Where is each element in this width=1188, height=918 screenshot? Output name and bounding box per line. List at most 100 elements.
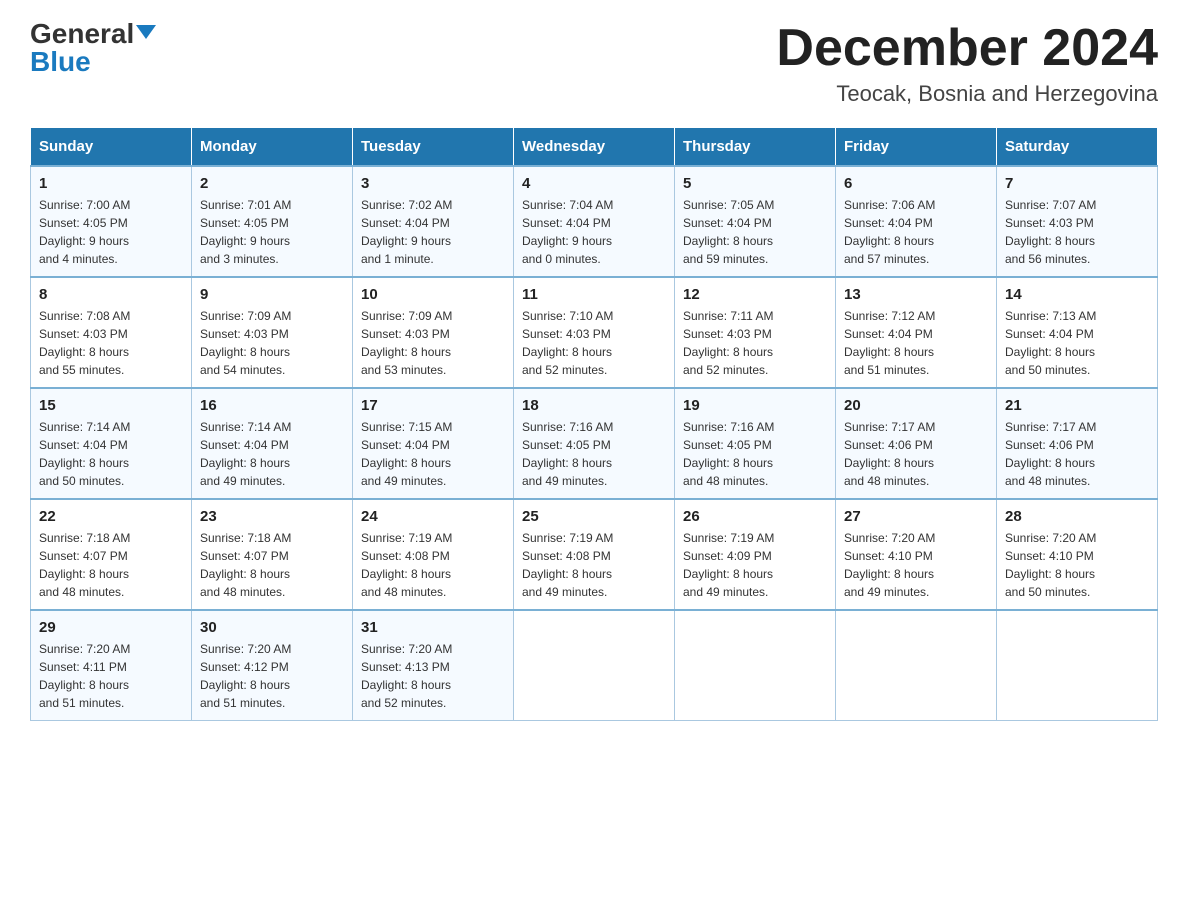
- day-cell: 12Sunrise: 7:11 AMSunset: 4:03 PMDayligh…: [675, 277, 836, 388]
- day-number: 23: [200, 508, 344, 525]
- day-cell: 6Sunrise: 7:06 AMSunset: 4:04 PMDaylight…: [836, 166, 997, 277]
- day-cell: 21 Sunrise: 7:17 AMSunset: 4:06 PMDayligh…: [997, 388, 1158, 499]
- day-info: Sunrise: 7:19 AMSunset: 4:08 PMDaylight:…: [522, 529, 666, 601]
- day-info: Sunrise: 7:09 AMSunset: 4:03 PMDaylight:…: [361, 307, 505, 379]
- day-cell: 5 Sunrise: 7:05 AMSunset: 4:04 PMDaylight…: [675, 166, 836, 277]
- page-header: General Blue December 2024 Teocak, Bosni…: [30, 20, 1158, 107]
- day-number: 8: [39, 286, 183, 303]
- day-info: Sunrise: 7:04 AMSunset: 4:04 PMDaylight:…: [522, 196, 666, 268]
- day-cell: 16 Sunrise: 7:14 AMSunset: 4:04 PMDayligh…: [192, 388, 353, 499]
- day-info: Sunrise: 7:14 AMSunset: 4:04 PMDaylight:…: [39, 418, 183, 490]
- day-cell: [836, 610, 997, 721]
- header-row: SundayMondayTuesdayWednesdayThursdayFrid…: [31, 128, 1158, 167]
- logo-blue-text: Blue: [30, 48, 91, 76]
- header-cell-thursday: Thursday: [675, 128, 836, 167]
- day-cell: 13 Sunrise: 7:12 AMSunset: 4:04 PMDayligh…: [836, 277, 997, 388]
- day-info: Sunrise: 7:00 AMSunset: 4:05 PMDaylight:…: [39, 196, 183, 268]
- day-cell: 18 Sunrise: 7:16 AMSunset: 4:05 PMDayligh…: [514, 388, 675, 499]
- day-cell: 29 Sunrise: 7:20 AMSunset: 4:11 PMDayligh…: [31, 610, 192, 721]
- day-number: 7: [1005, 175, 1149, 192]
- logo-general-text: General: [30, 20, 134, 48]
- header-cell-monday: Monday: [192, 128, 353, 167]
- day-number: 2: [200, 175, 344, 192]
- day-cell: 24Sunrise: 7:19 AMSunset: 4:08 PMDayligh…: [353, 499, 514, 610]
- day-number: 16: [200, 397, 344, 414]
- day-number: 22: [39, 508, 183, 525]
- day-number: 1: [39, 175, 183, 192]
- location-title: Teocak, Bosnia and Herzegovina: [776, 81, 1158, 107]
- day-cell: 25Sunrise: 7:19 AMSunset: 4:08 PMDayligh…: [514, 499, 675, 610]
- day-info: Sunrise: 7:20 AMSunset: 4:10 PMDaylight:…: [1005, 529, 1149, 601]
- day-cell: 15 Sunrise: 7:14 AMSunset: 4:04 PMDayligh…: [31, 388, 192, 499]
- day-info: Sunrise: 7:12 AMSunset: 4:04 PMDaylight:…: [844, 307, 988, 379]
- day-number: 28: [1005, 508, 1149, 525]
- day-cell: 2Sunrise: 7:01 AMSunset: 4:05 PMDaylight…: [192, 166, 353, 277]
- day-number: 30: [200, 619, 344, 636]
- header-cell-sunday: Sunday: [31, 128, 192, 167]
- header-cell-friday: Friday: [836, 128, 997, 167]
- day-number: 31: [361, 619, 505, 636]
- day-number: 29: [39, 619, 183, 636]
- day-info: Sunrise: 7:20 AMSunset: 4:11 PMDaylight:…: [39, 640, 183, 712]
- day-cell: [997, 610, 1158, 721]
- day-cell: 31 Sunrise: 7:20 AMSunset: 4:13 PMDayligh…: [353, 610, 514, 721]
- day-info: Sunrise: 7:08 AMSunset: 4:03 PMDaylight:…: [39, 307, 183, 379]
- day-info: Sunrise: 7:14 AMSunset: 4:04 PMDaylight:…: [200, 418, 344, 490]
- header-cell-saturday: Saturday: [997, 128, 1158, 167]
- week-row-3: 15 Sunrise: 7:14 AMSunset: 4:04 PMDayligh…: [31, 388, 1158, 499]
- day-number: 15: [39, 397, 183, 414]
- day-cell: 26 Sunrise: 7:19 AMSunset: 4:09 PMDayligh…: [675, 499, 836, 610]
- day-number: 11: [522, 286, 666, 303]
- day-info: Sunrise: 7:15 AMSunset: 4:04 PMDaylight:…: [361, 418, 505, 490]
- day-cell: 27Sunrise: 7:20 AMSunset: 4:10 PMDayligh…: [836, 499, 997, 610]
- day-cell: 14Sunrise: 7:13 AMSunset: 4:04 PMDayligh…: [997, 277, 1158, 388]
- day-number: 4: [522, 175, 666, 192]
- day-number: 21: [1005, 397, 1149, 414]
- logo-arrow-icon: [136, 25, 156, 39]
- day-cell: [675, 610, 836, 721]
- day-info: Sunrise: 7:16 AMSunset: 4:05 PMDaylight:…: [683, 418, 827, 490]
- day-info: Sunrise: 7:13 AMSunset: 4:04 PMDaylight:…: [1005, 307, 1149, 379]
- week-row-2: 8 Sunrise: 7:08 AMSunset: 4:03 PMDaylight…: [31, 277, 1158, 388]
- day-cell: 7 Sunrise: 7:07 AMSunset: 4:03 PMDaylight…: [997, 166, 1158, 277]
- day-cell: 22 Sunrise: 7:18 AMSunset: 4:07 PMDayligh…: [31, 499, 192, 610]
- day-number: 18: [522, 397, 666, 414]
- day-number: 26: [683, 508, 827, 525]
- day-info: Sunrise: 7:07 AMSunset: 4:03 PMDaylight:…: [1005, 196, 1149, 268]
- logo: General Blue: [30, 20, 156, 76]
- day-cell: [514, 610, 675, 721]
- day-number: 17: [361, 397, 505, 414]
- week-row-1: 1 Sunrise: 7:00 AMSunset: 4:05 PMDaylight…: [31, 166, 1158, 277]
- day-number: 20: [844, 397, 988, 414]
- day-info: Sunrise: 7:18 AMSunset: 4:07 PMDaylight:…: [200, 529, 344, 601]
- day-number: 12: [683, 286, 827, 303]
- day-info: Sunrise: 7:20 AMSunset: 4:10 PMDaylight:…: [844, 529, 988, 601]
- day-number: 13: [844, 286, 988, 303]
- day-info: Sunrise: 7:16 AMSunset: 4:05 PMDaylight:…: [522, 418, 666, 490]
- header-cell-wednesday: Wednesday: [514, 128, 675, 167]
- day-cell: 10Sunrise: 7:09 AMSunset: 4:03 PMDayligh…: [353, 277, 514, 388]
- day-cell: 19 Sunrise: 7:16 AMSunset: 4:05 PMDayligh…: [675, 388, 836, 499]
- day-cell: 17 Sunrise: 7:15 AMSunset: 4:04 PMDayligh…: [353, 388, 514, 499]
- day-info: Sunrise: 7:20 AMSunset: 4:12 PMDaylight:…: [200, 640, 344, 712]
- day-cell: 4 Sunrise: 7:04 AMSunset: 4:04 PMDaylight…: [514, 166, 675, 277]
- day-cell: 3Sunrise: 7:02 AMSunset: 4:04 PMDaylight…: [353, 166, 514, 277]
- day-info: Sunrise: 7:19 AMSunset: 4:09 PMDaylight:…: [683, 529, 827, 601]
- day-number: 5: [683, 175, 827, 192]
- day-number: 19: [683, 397, 827, 414]
- day-cell: 20Sunrise: 7:17 AMSunset: 4:06 PMDayligh…: [836, 388, 997, 499]
- calendar-header: SundayMondayTuesdayWednesdayThursdayFrid…: [31, 128, 1158, 167]
- month-title: December 2024: [776, 20, 1158, 77]
- day-cell: 11Sunrise: 7:10 AMSunset: 4:03 PMDayligh…: [514, 277, 675, 388]
- day-number: 9: [200, 286, 344, 303]
- day-info: Sunrise: 7:18 AMSunset: 4:07 PMDaylight:…: [39, 529, 183, 601]
- day-cell: 9Sunrise: 7:09 AMSunset: 4:03 PMDaylight…: [192, 277, 353, 388]
- day-number: 24: [361, 508, 505, 525]
- day-number: 3: [361, 175, 505, 192]
- day-info: Sunrise: 7:17 AMSunset: 4:06 PMDaylight:…: [1005, 418, 1149, 490]
- calendar-body: 1 Sunrise: 7:00 AMSunset: 4:05 PMDaylight…: [31, 166, 1158, 721]
- day-info: Sunrise: 7:05 AMSunset: 4:04 PMDaylight:…: [683, 196, 827, 268]
- day-info: Sunrise: 7:20 AMSunset: 4:13 PMDaylight:…: [361, 640, 505, 712]
- day-cell: 28 Sunrise: 7:20 AMSunset: 4:10 PMDayligh…: [997, 499, 1158, 610]
- calendar-table: SundayMondayTuesdayWednesdayThursdayFrid…: [30, 127, 1158, 721]
